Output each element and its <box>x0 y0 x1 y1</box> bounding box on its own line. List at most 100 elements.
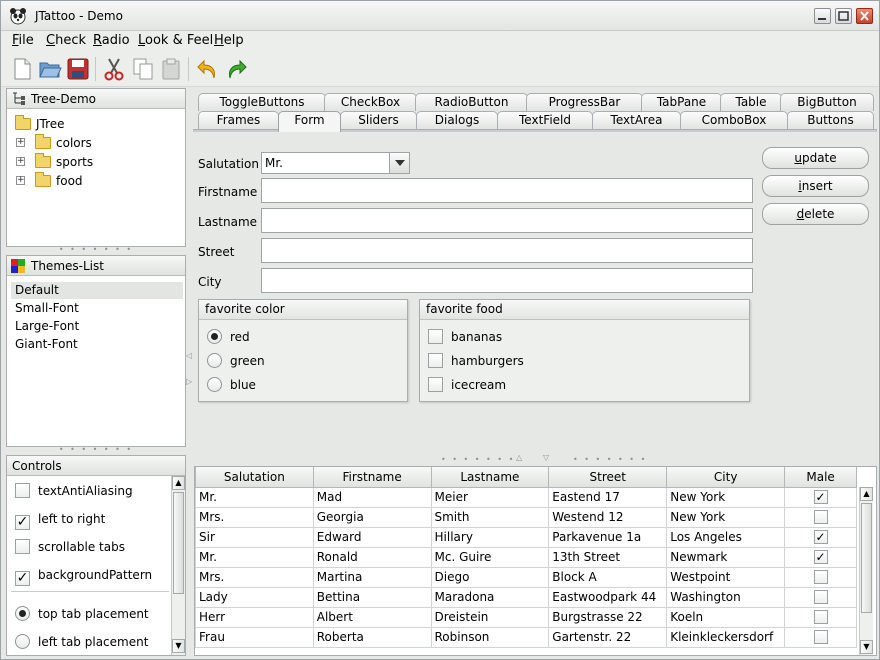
checkbox-box[interactable]: ✓ <box>15 515 30 530</box>
cell-salutation[interactable]: Frau <box>195 626 314 648</box>
lastname-field[interactable] <box>261 208 753 233</box>
tree-item-sports[interactable]: sports <box>35 153 93 171</box>
minimize-button[interactable] <box>814 8 831 24</box>
column-header-salutation[interactable]: Salutation <box>195 467 314 488</box>
cell-city[interactable]: Newmark <box>666 546 786 568</box>
expand-icon[interactable]: + <box>16 157 25 166</box>
cell-male[interactable] <box>784 506 857 528</box>
radio-red[interactable]: red <box>207 327 250 347</box>
column-header-lastname[interactable]: Lastname <box>430 467 550 488</box>
close-button[interactable] <box>856 8 873 24</box>
cell-firstname[interactable]: Mad <box>312 486 432 508</box>
radio-button[interactable] <box>15 606 30 621</box>
cell-lastname[interactable]: Meier <box>430 486 550 508</box>
expand-down-icon[interactable]: ▽ <box>543 453 551 462</box>
scroll-down-icon[interactable]: ▼ <box>172 639 185 653</box>
tab-combobox[interactable]: ComboBox <box>680 111 788 129</box>
menu-check[interactable]: Check <box>46 33 86 48</box>
table-row[interactable]: Frau Roberta Robinson Gartenstr. 22 Klei… <box>195 626 857 648</box>
tree-item-food[interactable]: food <box>35 172 83 190</box>
cell-lastname[interactable]: Smith <box>430 506 550 528</box>
scroll-down-icon[interactable]: ▼ <box>860 640 873 654</box>
cell-salutation[interactable]: Sir <box>195 526 314 548</box>
checkbox-box[interactable] <box>813 630 828 645</box>
checkbox-bananas[interactable]: bananas <box>428 327 502 347</box>
column-header-street[interactable]: Street <box>548 467 668 488</box>
radio-green[interactable]: green <box>207 351 265 371</box>
table-row[interactable]: Mrs. Georgia Smith Westend 12 New York <box>195 506 857 528</box>
insert-button[interactable]: insert <box>762 175 869 197</box>
checkbox-box[interactable] <box>428 353 443 368</box>
copy-icon[interactable] <box>131 57 155 81</box>
checkbox-text-antialiasing[interactable]: textAntiAliasing <box>15 481 133 501</box>
cell-city[interactable]: New York <box>666 506 786 528</box>
street-field[interactable] <box>261 238 753 263</box>
update-button[interactable]: update <box>762 147 869 169</box>
radio-top-tab-placement[interactable]: top tab placement <box>15 604 149 624</box>
column-header-firstname[interactable]: Firstname <box>312 467 432 488</box>
table-scrollbar[interactable]: ▲ ▼ <box>859 487 873 655</box>
theme-item-small-font[interactable]: Small-Font <box>11 300 183 317</box>
tab-table[interactable]: Table <box>720 93 782 111</box>
cell-male[interactable] <box>784 586 857 608</box>
menu-look-and-feel[interactable]: Look & Feel <box>138 33 213 48</box>
delete-button[interactable]: delete <box>762 203 869 225</box>
tab-tabpane[interactable]: TabPane <box>641 93 722 111</box>
scroll-thumb[interactable] <box>173 492 184 594</box>
cell-lastname[interactable]: Mc. Guire <box>430 546 550 568</box>
radio-left-tab-placement[interactable]: left tab placement <box>15 632 148 652</box>
cell-salutation[interactable]: Herr <box>195 606 314 628</box>
firstname-field[interactable] <box>261 178 753 203</box>
column-header-male[interactable]: Male <box>784 467 857 488</box>
theme-item-giant-font[interactable]: Giant-Font <box>11 336 183 353</box>
cell-male[interactable]: ✓ <box>784 526 857 548</box>
cell-lastname[interactable]: Hillary <box>430 526 550 548</box>
open-folder-icon[interactable] <box>38 57 62 81</box>
tree-root[interactable]: JTree <box>15 115 65 133</box>
table-row[interactable]: Mr. Ronald Mc. Guire 13th Street Newmark… <box>195 546 857 568</box>
cell-male[interactable] <box>784 606 857 628</box>
menu-help[interactable]: Help <box>214 33 244 48</box>
cell-city[interactable]: Kleinkleckersdorf <box>666 626 786 648</box>
radio-button[interactable] <box>207 353 222 368</box>
table-row[interactable]: Sir Edward Hillary Parkavenue 1a Los Ang… <box>195 526 857 548</box>
cell-city[interactable]: Los Angeles <box>666 526 786 548</box>
cell-city[interactable]: New York <box>666 486 786 508</box>
cell-city[interactable]: Koeln <box>666 606 786 628</box>
scroll-up-icon[interactable]: ▲ <box>860 487 873 501</box>
scroll-thumb[interactable] <box>861 503 872 613</box>
chevron-down-icon[interactable] <box>389 153 409 173</box>
undo-icon[interactable] <box>195 57 219 81</box>
cell-street[interactable]: Eastend 17 <box>548 486 668 508</box>
checkbox-hamburgers[interactable]: hamburgers <box>428 351 524 371</box>
redo-icon[interactable] <box>225 57 249 81</box>
cell-salutation[interactable]: Mr. <box>195 486 314 508</box>
splitter-handle[interactable]: • • • • • • • <box>573 455 647 464</box>
collapse-up-icon[interactable]: △ <box>516 453 524 462</box>
cell-lastname[interactable]: Dreistein <box>430 606 550 628</box>
checkbox-box[interactable]: ✓ <box>813 530 828 545</box>
cell-lastname[interactable]: Maradona <box>430 586 550 608</box>
tab-form[interactable]: Form <box>278 111 341 132</box>
cell-firstname[interactable]: Martina <box>312 566 432 588</box>
scroll-up-icon[interactable]: ▲ <box>172 476 185 490</box>
checkbox-box[interactable] <box>15 539 30 554</box>
theme-item-large-font[interactable]: Large-Font <box>11 318 183 335</box>
splitter-handle[interactable]: • • • • • • • <box>6 446 186 454</box>
checkbox-scrollable-tabs[interactable]: scrollable tabs <box>15 537 125 557</box>
radio-blue[interactable]: blue <box>207 375 256 395</box>
cell-male[interactable] <box>784 626 857 648</box>
paste-icon[interactable] <box>159 57 183 81</box>
checkbox-box[interactable] <box>813 570 828 585</box>
cell-salutation[interactable]: Mrs. <box>195 566 314 588</box>
checkbox-box[interactable] <box>428 329 443 344</box>
cell-street[interactable]: Parkavenue 1a <box>548 526 668 548</box>
cell-city[interactable]: Washington <box>666 586 786 608</box>
checkbox-box[interactable] <box>428 377 443 392</box>
save-icon[interactable] <box>66 57 90 81</box>
cell-male[interactable]: ✓ <box>784 486 857 508</box>
tab-togglebuttons[interactable]: ToggleButtons <box>198 93 326 111</box>
checkbox-left-to-right[interactable]: ✓ left to right <box>15 509 105 530</box>
radio-button[interactable] <box>15 634 30 649</box>
radio-button[interactable] <box>207 329 222 344</box>
